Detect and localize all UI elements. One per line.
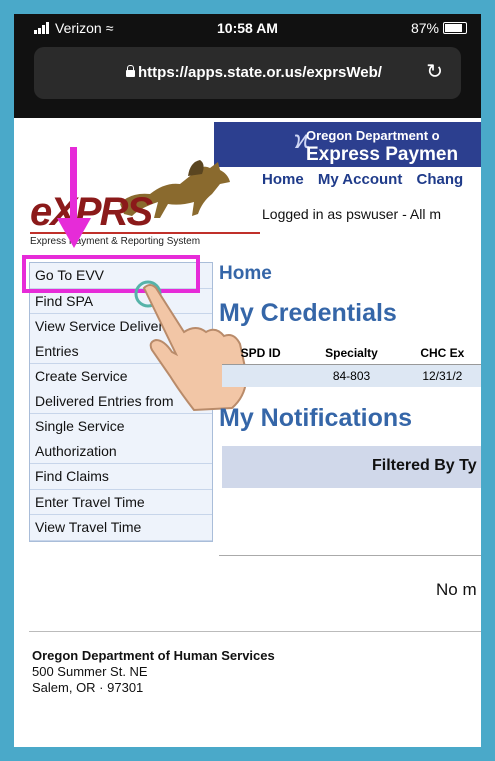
status-bar: Verizon ≈ 10:58 AM 87% https://apps.stat…	[14, 14, 481, 118]
notifications-filter-bar: Filtered By Ty	[222, 446, 481, 488]
lock-icon	[126, 65, 135, 77]
table-row: 84-803 12/31/2	[222, 365, 481, 387]
footer-divider	[29, 631, 481, 632]
sidebar-item-enter-travel-time[interactable]: Enter Travel Time	[30, 490, 212, 515]
footer-street: 500 Summer St. NE	[32, 664, 148, 679]
page-title: Home	[219, 263, 272, 284]
sidebar-item-view-travel-time[interactable]: View Travel Time	[30, 515, 212, 541]
battery-icon	[443, 22, 467, 34]
url-text: https://apps.state.or.us/exprsWeb/	[138, 64, 382, 81]
credentials-table: SPD ID Specialty CHC Ex 84-803 12/31/2	[222, 342, 481, 387]
col-chc-exp: CHC Ex	[420, 346, 465, 360]
footer-org: Oregon Department of Human Services	[32, 648, 275, 663]
logged-in-status: Logged in as pswuser - All m	[262, 206, 441, 222]
logo-subtitle: Express Payment & Reporting System	[30, 236, 201, 247]
no-messages-text: No m	[436, 580, 477, 599]
phone-screen: Verizon ≈ 10:58 AM 87% https://apps.stat…	[14, 14, 481, 747]
credentials-heading: My Credentials	[219, 299, 397, 327]
nav-change[interactable]: Chang	[416, 171, 463, 188]
nav-my-account[interactable]: My Account	[318, 171, 402, 188]
system-name: Express Paymen	[306, 144, 459, 165]
battery-status: 87%	[411, 20, 467, 36]
sidebar-item-find-claims[interactable]: Find Claims	[30, 464, 212, 490]
arrow-down-icon	[70, 147, 77, 222]
nav-home[interactable]: Home	[262, 171, 304, 188]
reload-icon[interactable]: ↻	[426, 59, 443, 84]
filtered-by-label: Filtered By Ty	[372, 457, 477, 474]
top-navigation: Home My Account Chang	[262, 171, 473, 188]
battery-percent: 87%	[410, 20, 439, 36]
cell-specialty: 84-803	[332, 369, 371, 383]
col-specialty: Specialty	[325, 346, 378, 360]
notifications-heading: My Notifications	[219, 404, 413, 432]
cell-chc-exp: 12/31/2	[422, 369, 463, 383]
table-header: SPD ID Specialty CHC Ex	[222, 342, 481, 365]
sidebar-item-single-service[interactable]: Single Service	[30, 414, 212, 439]
dept-name: Oregon Department o	[306, 128, 440, 143]
url-field[interactable]: https://apps.state.or.us/exprsWeb/	[126, 64, 382, 81]
footer-city: Salem, OR · 97301	[32, 680, 144, 695]
sidebar-item-single-service-cont[interactable]: Authorization	[30, 439, 212, 464]
col-spd-id: SPD ID	[240, 346, 281, 360]
divider	[219, 555, 481, 556]
footer: Oregon Department of Human Services 500 …	[32, 648, 275, 696]
arrow-head-icon	[57, 218, 91, 248]
address-bar[interactable]: https://apps.state.or.us/exprsWeb/ ↻	[34, 47, 461, 99]
